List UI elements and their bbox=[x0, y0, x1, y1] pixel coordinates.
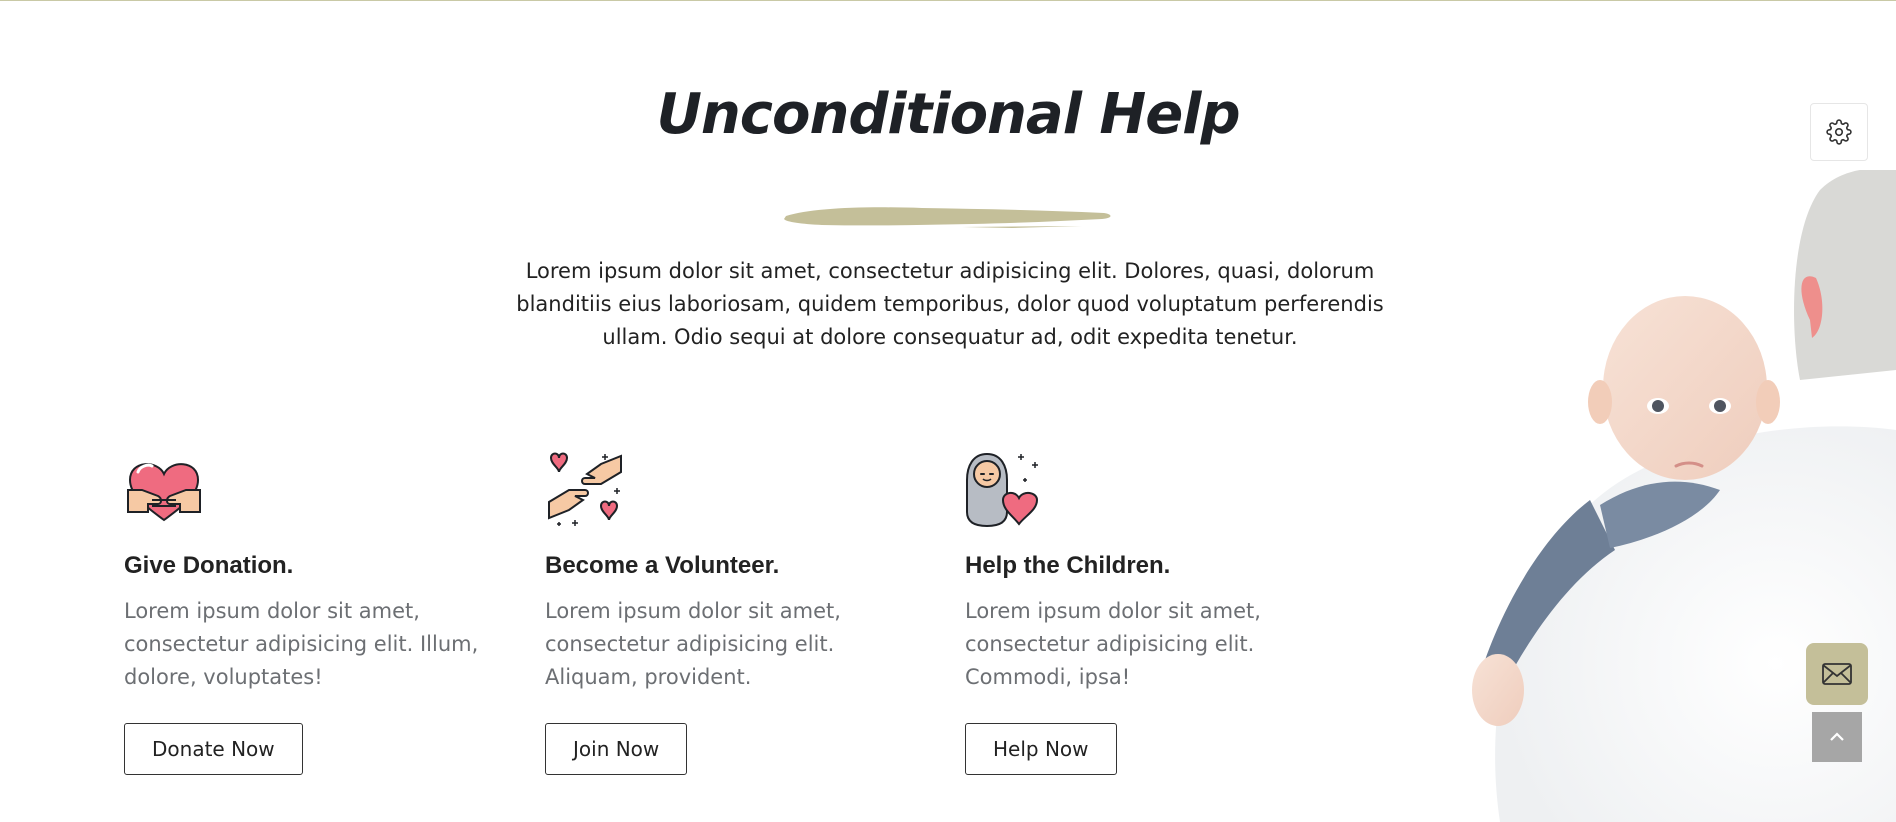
card-heading: Help the Children. bbox=[965, 552, 1171, 579]
settings-button[interactable] bbox=[1810, 103, 1868, 161]
card-help-children: Help the Children. Lorem ipsum dolor sit… bbox=[965, 450, 1345, 775]
card-heading: Give Donation. bbox=[124, 552, 294, 579]
card-text: Lorem ipsum dolor sit amet, consectetur … bbox=[124, 599, 479, 689]
section-title: Unconditional Help bbox=[656, 82, 1240, 147]
card-heading: Become a Volunteer. bbox=[545, 552, 780, 579]
help-now-button[interactable]: Help Now bbox=[965, 723, 1117, 775]
heart-hands-icon bbox=[127, 463, 201, 522]
envelope-icon bbox=[1822, 663, 1852, 685]
donate-now-button[interactable]: Donate Now bbox=[124, 723, 303, 775]
scroll-to-top-button[interactable] bbox=[1812, 712, 1862, 762]
card-become-volunteer: Become a Volunteer. Lorem ipsum dolor si… bbox=[545, 450, 925, 775]
section-intro: Lorem ipsum dolor sit amet, consectetur … bbox=[516, 259, 1384, 349]
gear-icon bbox=[1826, 119, 1852, 145]
card-text: Lorem ipsum dolor sit amet, consectetur … bbox=[965, 599, 1261, 689]
helping-hands-icon bbox=[548, 452, 622, 526]
chevron-up-icon bbox=[1830, 732, 1844, 741]
card-give-donation: Give Donation. Lorem ipsum dolor sit ame… bbox=[124, 450, 504, 775]
baby-heart-icon bbox=[966, 452, 1039, 528]
contact-mail-button[interactable] bbox=[1806, 643, 1868, 705]
brush-stroke-decoration bbox=[784, 207, 1111, 228]
top-divider bbox=[0, 0, 1896, 1]
join-now-button[interactable]: Join Now bbox=[545, 723, 688, 775]
card-text: Lorem ipsum dolor sit amet, consectetur … bbox=[545, 599, 841, 689]
